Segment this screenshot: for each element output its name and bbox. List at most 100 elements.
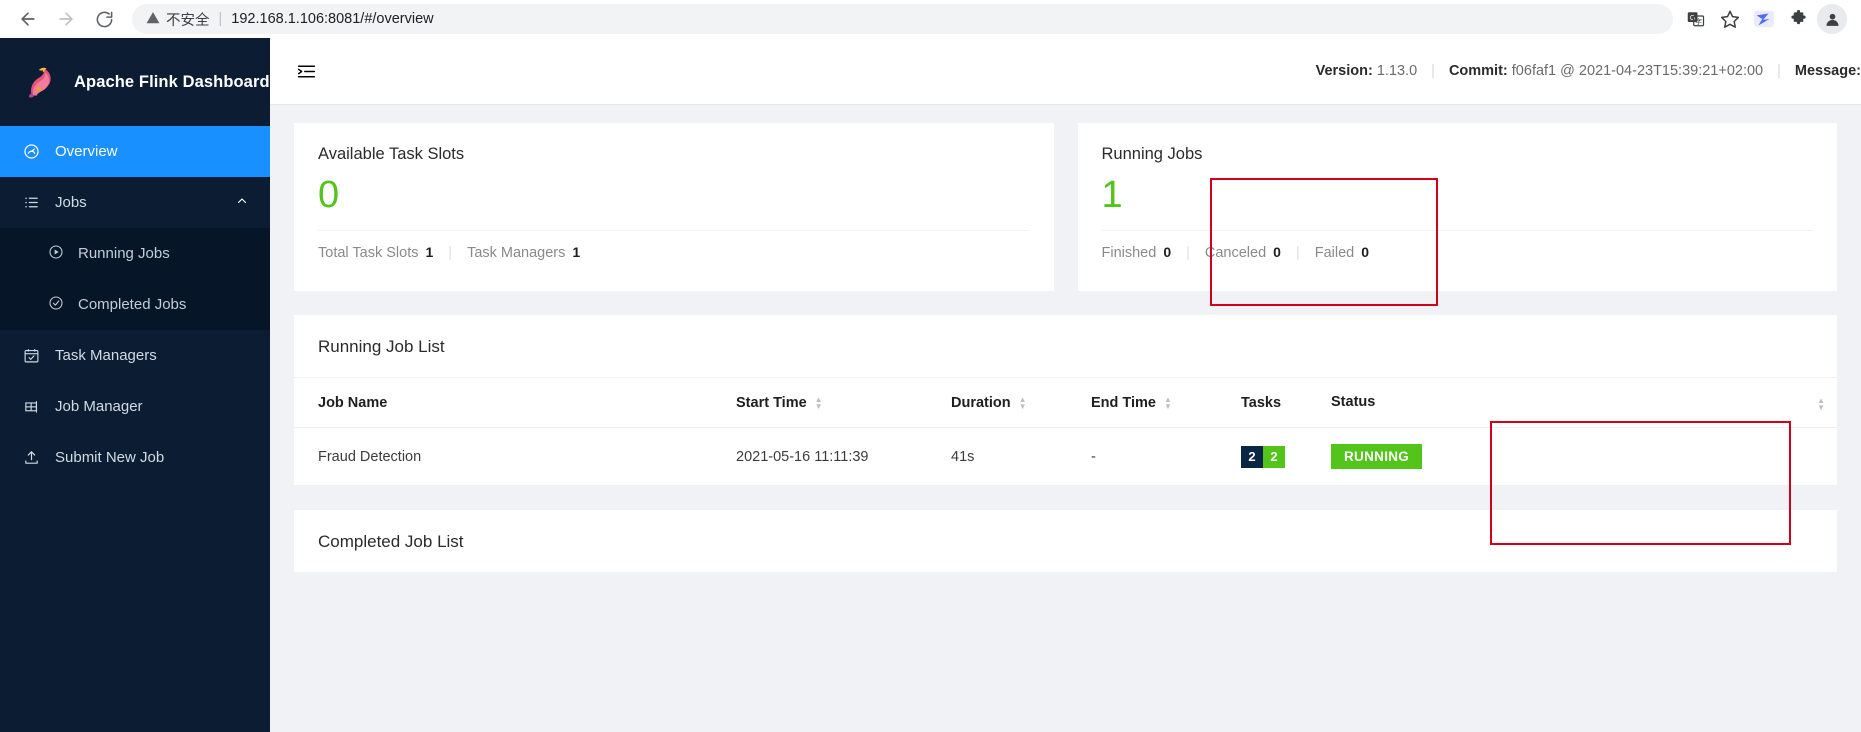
col-status[interactable]: Status ▲ ▼ (1319, 378, 1837, 428)
card-title: Running Jobs (1101, 145, 1203, 163)
version-value: 1.13.0 (1376, 63, 1418, 79)
table-head: Job Name Start Time ▲ ▼ Duration ▲ ▼ End Tim… (294, 378, 1837, 428)
stat-label: Failed (1314, 245, 1355, 261)
menu-fold-icon[interactable] (294, 59, 318, 83)
sidebar-item-completed-jobs[interactable]: Completed Jobs (0, 279, 270, 330)
card-title: Available Task Slots (318, 145, 465, 163)
info-divider: | (1431, 63, 1435, 79)
table-row[interactable]: Fraud Detection 2021-05-16 11:11:39 41s … (294, 427, 1837, 486)
stat-value: 0 (1163, 244, 1172, 260)
browser-toolbar: 不安全 | 192.168.1.106:8081/#/overview G字 (0, 0, 1861, 38)
stat-value: 0 (1273, 244, 1281, 260)
commit-label: Commit: (1448, 63, 1508, 79)
sort-icon[interactable]: ▲ ▼ (815, 395, 823, 410)
profile-avatar-icon[interactable] (1817, 4, 1847, 34)
browser-nav-buttons (10, 3, 122, 35)
stat-value: 0 (1361, 244, 1370, 260)
omnibox-divider: | (218, 11, 223, 27)
col-duration[interactable]: Duration ▲ ▼ (939, 378, 1079, 428)
running-job-table: Job Name Start Time ▲ ▼ Duration ▲ ▼ End Tim… (294, 378, 1837, 486)
dashboard-icon (22, 143, 40, 161)
completed-job-list-panel: Completed Job List (294, 510, 1837, 572)
column-label: Job Name (318, 394, 388, 411)
status-badge: RUNNING (1331, 444, 1423, 469)
sidebar-item-label: Job Manager (55, 398, 143, 415)
completed-job-list-title: Completed Job List (318, 532, 464, 551)
sidebar: Apache Flink Dashboard Overview Jobs Run… (0, 38, 270, 732)
task-managers-stat: Task Managers 1 (467, 244, 580, 261)
forward-arrow-icon[interactable] (48, 3, 84, 35)
stat-divider: | (448, 244, 453, 261)
column-label: Tasks (1241, 394, 1282, 411)
sidebar-item-overview[interactable]: Overview (0, 126, 270, 177)
stat-label: Canceled (1204, 245, 1267, 261)
running-jobs-card: Running Jobs 1 Finished 0 | Canceled 0 |… (1077, 123, 1837, 291)
sidebar-item-task-managers[interactable]: Task Managers (0, 330, 270, 381)
cell-end-time: - (1079, 427, 1229, 486)
sort-icon[interactable]: ▲ ▼ (1164, 395, 1172, 410)
sidebar-item-submit-new-job[interactable]: Submit New Job (0, 432, 270, 483)
grid-icon (22, 398, 40, 416)
sort-icon[interactable]: ▲ ▼ (1817, 397, 1825, 412)
col-start-time[interactable]: Start Time ▲ ▼ (724, 378, 939, 428)
column-label: Status (1331, 394, 1376, 410)
back-arrow-icon[interactable] (10, 3, 46, 35)
reload-icon[interactable] (86, 3, 122, 35)
commit-value: f06faf1 @ 2021-04-23T15:39:21+02:00 (1511, 63, 1764, 79)
sidebar-item-running-jobs[interactable]: Running Jobs (0, 228, 270, 279)
col-tasks[interactable]: Tasks (1229, 378, 1319, 428)
stat-label: Task Managers (467, 245, 566, 261)
stat-label: Total Task Slots (318, 245, 419, 261)
sidebar-item-label: Submit New Job (55, 449, 165, 466)
col-job-name[interactable]: Job Name (294, 378, 724, 428)
table-body: Fraud Detection 2021-05-16 11:11:39 41s … (294, 427, 1837, 486)
cell-tasks: 2 2 (1229, 427, 1319, 486)
column-label: Start Time (736, 394, 807, 411)
summary-cards: Available Task Slots 0 Total Task Slots … (294, 123, 1837, 291)
finished-stat: Finished 0 (1102, 244, 1172, 261)
cluster-info: Version: 1.13.0 | Commit: f06faf1 @ 2021… (1316, 63, 1861, 79)
canceled-stat: Canceled 0 (1205, 244, 1281, 261)
stat-divider: | (1186, 244, 1190, 261)
info-divider: | (1777, 63, 1781, 79)
tasks-running-badge: 2 (1263, 445, 1285, 468)
address-bar[interactable]: 不安全 | 192.168.1.106:8081/#/overview (132, 4, 1673, 34)
upload-icon (22, 449, 40, 467)
app-root: Apache Flink Dashboard Overview Jobs Run… (0, 38, 1861, 732)
browser-toolbar-icons: G字 (1681, 4, 1851, 34)
stat-divider: | (1295, 244, 1300, 261)
cell-start-time: 2021-05-16 11:11:39 (724, 427, 939, 486)
extension-blue-icon[interactable] (1749, 4, 1779, 34)
running-jobs-stats: Finished 0 | Canceled 0 | Failed 0 (1102, 231, 1814, 275)
message-label: Message: (1794, 63, 1861, 79)
translate-icon[interactable]: G字 (1681, 4, 1711, 34)
running-job-list-panel: Running Job List Job Name Start Time ▲ ▼ D… (294, 315, 1837, 486)
bookmark-star-icon[interactable] (1715, 4, 1745, 34)
stat-label: Finished (1101, 245, 1157, 261)
sidebar-item-job-manager[interactable]: Job Manager (0, 381, 270, 432)
list-icon (22, 194, 40, 212)
cell-status: RUNNING (1319, 427, 1837, 486)
extensions-puzzle-icon[interactable] (1783, 4, 1813, 34)
sort-icon[interactable]: ▲ ▼ (1019, 395, 1027, 410)
sidebar-item-label: Jobs (55, 194, 87, 211)
page-content: Available Task Slots 0 Total Task Slots … (270, 105, 1861, 732)
sidebar-submenu-jobs: Running Jobs Completed Jobs (0, 228, 270, 330)
calendar-check-icon (22, 347, 40, 365)
col-end-time[interactable]: End Time ▲ ▼ (1079, 378, 1229, 428)
cell-job-name[interactable]: Fraud Detection (294, 427, 724, 486)
svg-text:字: 字 (1695, 17, 1702, 26)
available-task-slots-card: Available Task Slots 0 Total Task Slots … (294, 123, 1054, 291)
sidebar-item-label: Task Managers (55, 347, 157, 364)
brand: Apache Flink Dashboard (0, 38, 270, 126)
available-task-slots-value: 0 (318, 174, 340, 216)
url-text: 192.168.1.106:8081/#/overview (231, 11, 434, 27)
sidebar-item-jobs[interactable]: Jobs (0, 177, 270, 228)
check-circle-icon (48, 295, 64, 315)
chevron-up-icon[interactable] (236, 195, 248, 210)
sidebar-item-label: Overview (55, 143, 118, 160)
total-task-slots-stat: Total Task Slots 1 (318, 244, 433, 261)
column-label: Duration (951, 394, 1011, 411)
stat-value: 1 (425, 244, 434, 260)
play-circle-icon (48, 244, 64, 264)
